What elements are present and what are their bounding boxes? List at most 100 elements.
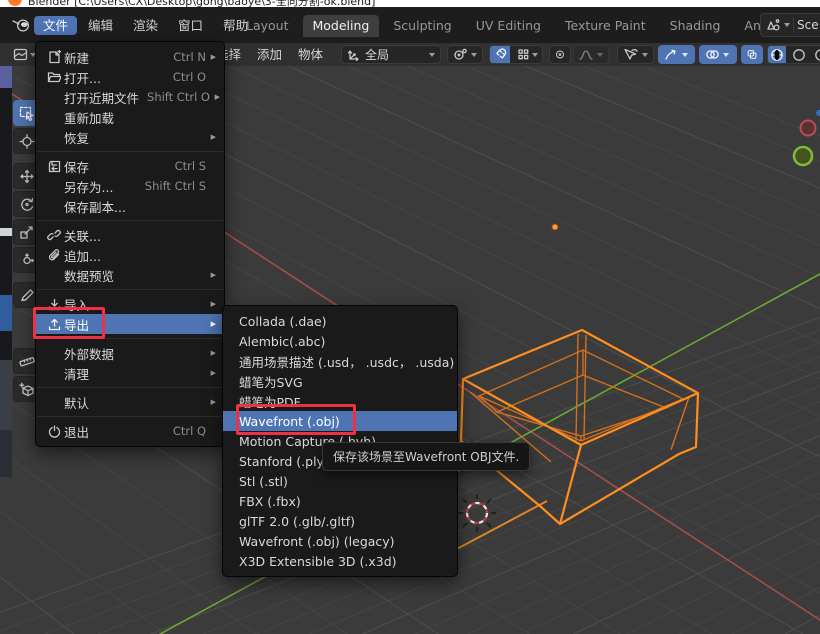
tab-modeling[interactable]: Modeling — [303, 15, 380, 37]
orientation-value: 全局 — [365, 46, 389, 63]
tab-shading[interactable]: Shading — [660, 15, 731, 37]
menu-render[interactable]: 渲染 — [124, 16, 167, 35]
viewport-menus: 选择 添加 物体 — [214, 45, 325, 64]
shading-wireframe-button[interactable] — [768, 46, 786, 63]
chevron-down-icon — [682, 53, 688, 57]
export-item-usd[interactable]: 通用场景描述 (.usd， .usdc， .usda) — [223, 351, 457, 371]
export-item-x3d[interactable]: X3D Extensible 3D (.x3d) — [223, 551, 457, 571]
menu-file[interactable]: 文件 — [34, 16, 77, 35]
overlays-icon — [705, 48, 719, 61]
export-item-collada[interactable]: Collada (.dae) — [223, 311, 457, 331]
add-cube-icon — [19, 382, 35, 397]
export-item-alembic[interactable]: Alembic(.abc) — [223, 331, 457, 351]
menu-item-append[interactable]: 追加... — [36, 245, 224, 265]
object-visibility-dropdown[interactable] — [617, 45, 654, 64]
submenu-arrow-icon: ▶ — [206, 398, 216, 406]
chevron-down-icon — [532, 53, 538, 57]
overlays-toggle-dropdown[interactable] — [699, 45, 737, 64]
move-icon — [19, 169, 35, 184]
chevron-down-icon — [471, 53, 477, 57]
material-sphere-icon — [812, 48, 820, 62]
select-box-icon — [19, 106, 35, 121]
orientation-axes-icon — [347, 48, 361, 61]
submenu-arrow-icon: ▶ — [206, 369, 216, 377]
transform-orientation-dropdown[interactable]: 全局 — [341, 45, 441, 64]
chevron-down-icon — [597, 53, 603, 57]
menu-item-save[interactable]: 保存Ctrl S — [36, 156, 224, 176]
menu-edit[interactable]: 编辑 — [79, 16, 122, 35]
transform-icon — [19, 253, 35, 268]
rotate-icon — [19, 197, 35, 212]
xray-toggle-button[interactable] — [741, 45, 763, 64]
shading-solid-button[interactable] — [790, 46, 807, 63]
pivot-point-dropdown[interactable] — [447, 45, 483, 64]
submenu-arrow-icon: ▶ — [206, 349, 216, 357]
snap-grid-icon — [518, 49, 529, 60]
submenu-arrow-icon: ▶ — [206, 300, 216, 308]
tab-layout[interactable]: Layout — [236, 15, 299, 37]
save-icon — [48, 160, 61, 173]
scale-icon — [19, 225, 35, 240]
gizmo-x-axis-ball[interactable] — [801, 121, 816, 136]
submenu-arrow-icon: ▶ — [206, 271, 216, 279]
shading-mode-group — [767, 45, 820, 64]
shading-material-button[interactable] — [811, 46, 820, 63]
menu-item-open[interactable]: 打开...Ctrl O — [36, 67, 224, 87]
export-item-wavefront-legacy[interactable]: Wavefront (.obj) (legacy) — [223, 531, 457, 551]
power-icon — [48, 425, 61, 438]
menu-item-external-data[interactable]: 外部数据▶ — [36, 343, 224, 363]
export-item-fbx[interactable]: FBX (.fbx) — [223, 491, 457, 511]
tab-sculpting[interactable]: Sculpting — [383, 15, 461, 37]
scene-selector[interactable]: Sce — [760, 13, 820, 37]
menu-item-clean-up[interactable]: 清理▶ — [36, 363, 224, 383]
menu-item-revert[interactable]: 重新加载 — [36, 107, 224, 127]
menu-add[interactable]: 添加 — [255, 45, 284, 64]
export-item-gltf[interactable]: glTF 2.0 (.glb/.gltf) — [223, 511, 457, 531]
window-fragment — [0, 430, 12, 477]
menu-separator — [37, 416, 223, 417]
export-item-stl[interactable]: Stl (.stl) — [223, 471, 457, 491]
menu-item-data-preview[interactable]: 数据预览▶ — [36, 265, 224, 285]
link-icon — [47, 229, 61, 241]
snap-toggle-button[interactable] — [490, 46, 510, 63]
workspace-tabs: Layout Modeling Sculpting UV Editing Tex… — [236, 15, 764, 37]
menu-item-link[interactable]: 关联... — [36, 225, 224, 245]
menu-window[interactable]: 窗口 — [169, 16, 212, 35]
submenu-arrow-icon: ▶ — [206, 133, 216, 141]
magnet-icon — [494, 48, 507, 61]
falloff-curve-icon — [579, 49, 593, 61]
tab-uv-editing[interactable]: UV Editing — [466, 15, 551, 37]
file-new-icon — [48, 50, 61, 64]
blender-logo-icon[interactable] — [12, 18, 31, 32]
export-submenu: Collada (.dae) Alembic(.abc) 通用场景描述 (.us… — [222, 305, 458, 577]
menu-item-new[interactable]: 新建Ctrl N▶ — [36, 47, 224, 67]
os-titlebar: Blender [C:\Users\CX\Desktop\gong\baoye\… — [0, 0, 820, 7]
menu-separator — [37, 387, 223, 388]
gizmos-toggle-dropdown[interactable] — [658, 45, 695, 64]
cursor-tool-icon — [19, 134, 35, 149]
export-item-grease-pencil-svg[interactable]: 蜡笔为SVG — [223, 371, 457, 391]
chevron-down-icon — [784, 23, 790, 27]
background-window-strip — [0, 0, 12, 477]
solid-sphere-icon — [792, 48, 806, 62]
annotation-box-wavefront — [236, 404, 356, 435]
chevron-down-icon — [429, 53, 435, 57]
object-origin-dot — [552, 224, 558, 230]
menu-separator — [37, 220, 223, 221]
proportional-falloff-dropdown[interactable] — [573, 45, 609, 64]
snap-target-dropdown[interactable] — [514, 49, 542, 60]
menu-object[interactable]: 物体 — [296, 45, 325, 64]
menu-item-recover[interactable]: 恢复▶ — [36, 127, 224, 147]
menu-item-open-recent[interactable]: 打开近期文件Shift Ctrl O▶ — [36, 87, 224, 107]
folder-open-icon — [47, 71, 61, 83]
proportional-editing-button[interactable] — [549, 45, 571, 64]
menu-item-save-as[interactable]: 另存为...Shift Ctrl S — [36, 176, 224, 196]
tab-texture-paint[interactable]: Texture Paint — [555, 15, 656, 37]
pivot-point-icon — [453, 48, 467, 61]
wireframe-sphere-icon — [770, 48, 784, 62]
menu-item-save-copy[interactable]: 保存副本... — [36, 196, 224, 216]
gizmo-y-axis-ball[interactable] — [794, 147, 812, 165]
scene-name[interactable]: Sce — [797, 18, 819, 32]
menu-item-defaults[interactable]: 默认▶ — [36, 392, 224, 412]
menu-item-quit[interactable]: 退出Ctrl Q — [36, 421, 224, 441]
